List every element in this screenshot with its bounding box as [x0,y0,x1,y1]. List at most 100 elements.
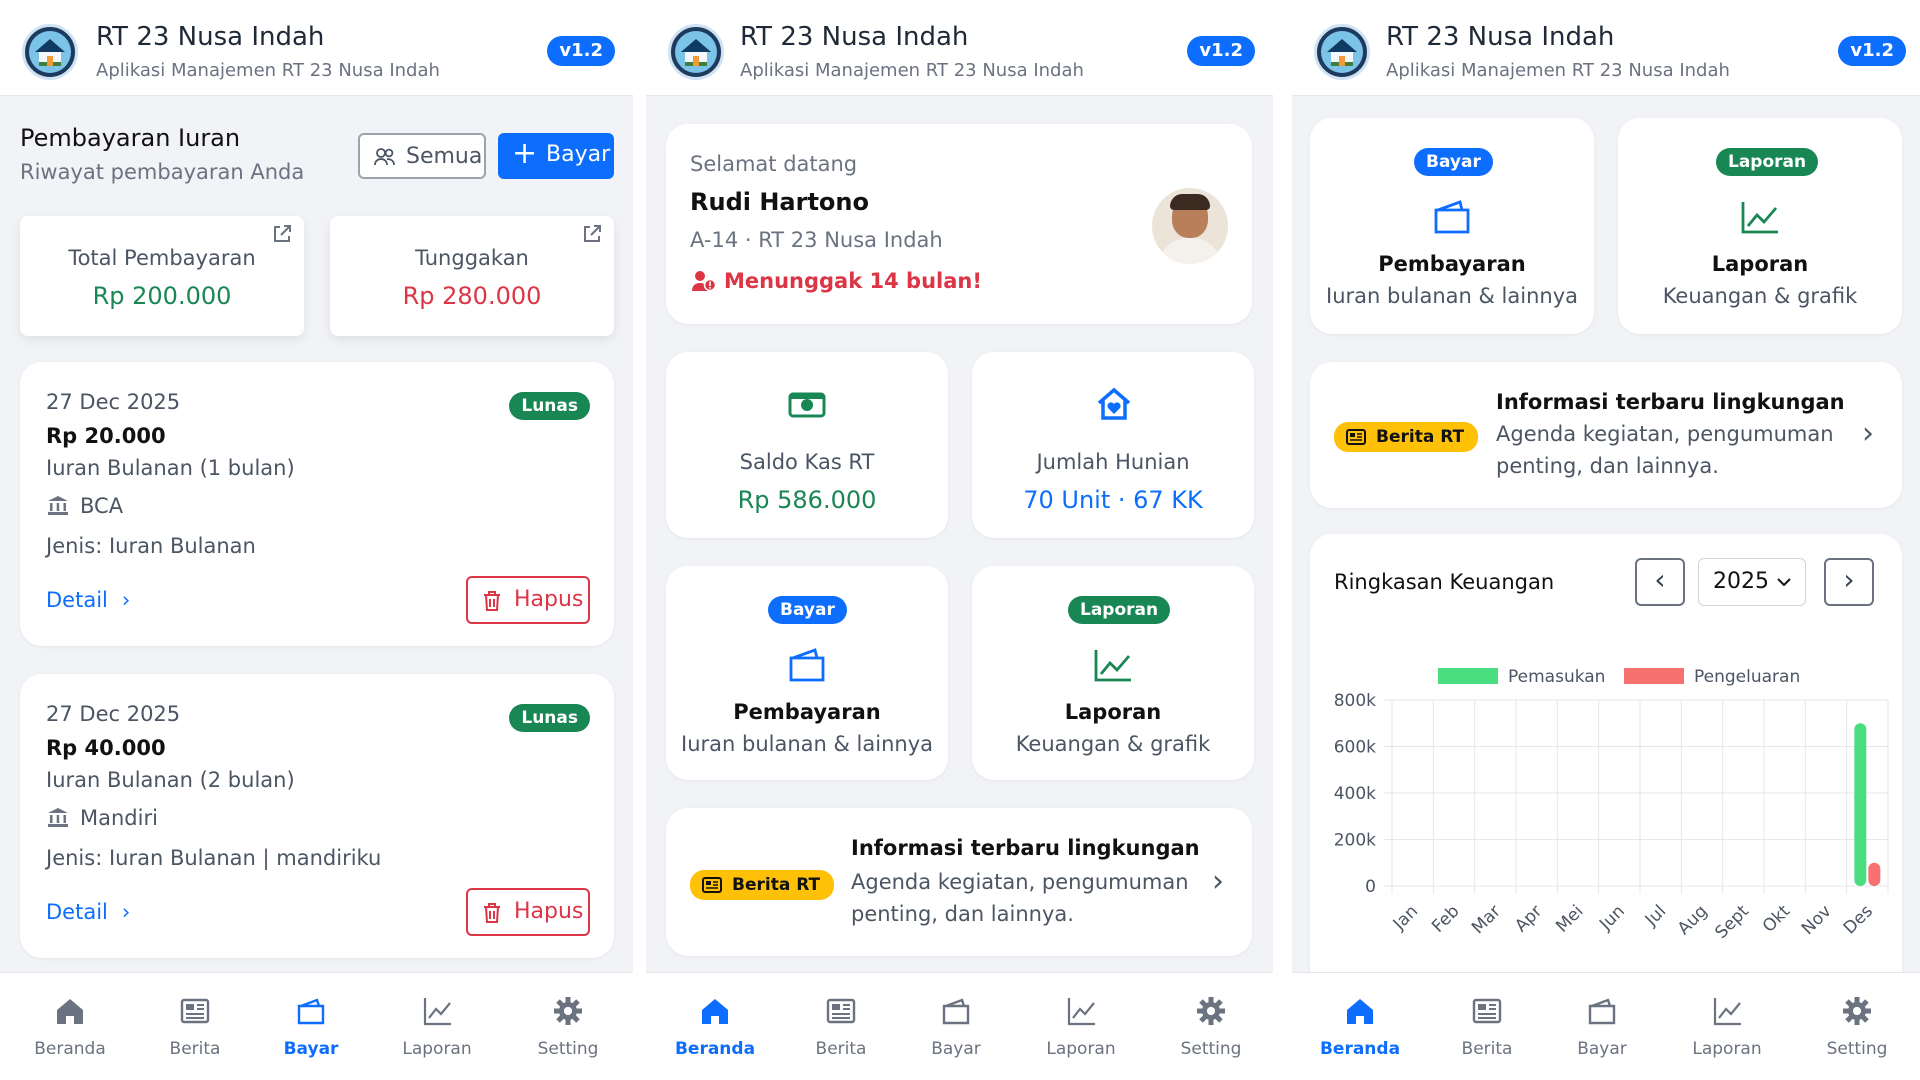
stat-card: Jumlah Hunian 70 Unit · 67 KK [972,352,1254,538]
filter-all-button[interactable]: Semua [358,133,486,179]
user-address: A-14 · RT 23 Nusa Indah [690,228,943,252]
nav-berita[interactable]: Berita [1427,973,1547,1080]
gear-icon [1197,997,1225,1025]
nav-label: Bayar [283,1039,339,1059]
x-tick-label: Jun [1595,901,1629,935]
tile-badge: Laporan [1068,596,1171,624]
nav-beranda[interactable]: Beranda [10,973,130,1080]
tile-desc: Keuangan & grafik [1662,284,1858,308]
chevron-right-icon: › [121,588,131,612]
nav-bayar[interactable]: Bayar [251,973,371,1080]
nav-bayar[interactable]: Bayar [1542,973,1662,1080]
trash-icon [484,591,500,611]
tile-report[interactable]: Laporan Laporan Keuangan & grafik [1618,118,1902,334]
year-select[interactable]: 2025 [1698,558,1806,606]
legend-swatch [1624,668,1684,684]
nav-label: Berita [1461,1039,1513,1059]
bar-pemasukan [1854,723,1867,886]
trash-icon [484,903,500,923]
nav-laporan[interactable]: Laporan [1021,973,1141,1080]
tile-desc: Iuran bulanan & lainnya [1326,284,1578,308]
payment-amount: Rp 20.000 [46,424,166,448]
nav-setting[interactable]: Setting [1151,973,1271,1080]
delete-button[interactable]: Hapus [466,576,590,624]
x-tick-label: Apr [1511,901,1546,936]
payment-type: Jenis: Iuran Bulanan [46,534,256,558]
app-logo [668,24,724,80]
wallet-icon [1434,200,1470,234]
legend-swatch [1438,668,1498,684]
pay-button-label: Bayar [546,142,611,167]
tile-report[interactable]: Laporan Laporan Keuangan & grafik [972,566,1254,780]
nav-bayar[interactable]: Bayar [896,973,1016,1080]
year-select-value: 2025 [1713,569,1769,594]
detail-link[interactable]: Detail › [46,588,130,612]
legend-label: Pengeluaran [1694,667,1800,687]
bar-pengeluaran [1868,862,1881,886]
home-icon [1347,999,1373,1024]
payment-desc: Iuran Bulanan (2 bulan) [46,768,295,792]
prev-year-button[interactable]: ‹ [1635,558,1685,606]
user-alert-icon [692,271,716,292]
tile-badge: Laporan [1716,148,1819,176]
stat-label: Saldo Kas RT [739,450,875,474]
payment-bank: Mandiri [80,806,158,830]
news-badge-label: Berita RT [732,875,821,895]
x-tick-label: Nov [1798,901,1836,939]
tile-title: Laporan [1064,700,1162,724]
news-desc-line2: penting, dan lainnya. [851,902,1074,926]
detail-label: Detail [46,588,108,612]
tile-payment[interactable]: Bayar Pembayaran Iuran bulanan & lainnya [1310,118,1594,334]
bottom-nav: Beranda Berita Bayar Laporan Setting [1292,972,1920,1080]
delete-button[interactable]: Hapus [466,888,590,936]
tile-title: Pembayaran [733,700,881,724]
app-subtitle: Aplikasi Manajemen RT 23 Nusa Indah [740,60,1084,81]
nav-label: Berita [169,1039,221,1059]
payment-amount: Rp 40.000 [46,736,166,760]
nav-laporan[interactable]: Laporan [377,973,497,1080]
news-badge: Berita RT [690,870,835,900]
legend-label: Pemasukan [1508,667,1605,687]
nav-berita[interactable]: Berita [781,973,901,1080]
chart-line-icon [1067,998,1095,1026]
detail-link[interactable]: Detail › [46,900,130,924]
plus-icon: + [512,136,538,171]
news-badge: Berita RT [1334,422,1479,452]
x-tick-label: Des [1840,901,1877,938]
chevron-right-icon: › [1862,416,1874,451]
nav-label: Laporan [402,1039,472,1059]
nav-berita[interactable]: Berita [135,973,255,1080]
nav-beranda[interactable]: Beranda [1300,973,1420,1080]
x-tick-label: Okt [1759,901,1795,937]
delete-label: Hapus [514,899,584,924]
x-tick-label: Feb [1428,901,1463,936]
pay-button[interactable]: + Bayar [498,133,614,179]
news-card[interactable]: Berita RT Informasi terbaru lingkungan A… [666,808,1252,956]
next-year-button[interactable]: › [1824,558,1874,606]
x-tick-label: Mar [1468,901,1505,938]
screen-home-finance: RT 23 Nusa Indah Aplikasi Manajemen RT 2… [1292,0,1920,1080]
gear-icon [554,997,582,1025]
tile-payment[interactable]: Bayar Pembayaran Iuran bulanan & lainnya [666,566,948,780]
news-desc-line1: Agenda kegiatan, pengumuman [851,870,1189,894]
avatar[interactable] [1152,188,1228,264]
screen-home: RT 23 Nusa Indah Aplikasi Manajemen RT 2… [646,0,1273,1080]
arrears-value: Rp 280.000 [402,282,542,310]
nav-laporan[interactable]: Laporan [1667,973,1787,1080]
news-card[interactable]: Berita RT Informasi terbaru lingkungan A… [1310,362,1902,508]
total-payment-card[interactable]: Total Pembayaran Rp 200.000 [20,216,304,336]
chevron-right-icon: › [1212,864,1224,899]
nav-beranda[interactable]: Beranda [655,973,775,1080]
nav-setting[interactable]: Setting [508,973,628,1080]
arrears-card[interactable]: Tunggakan Rp 280.000 [330,216,614,336]
y-tick-label: 0 [1365,877,1376,897]
nav-label: Beranda [674,1039,756,1059]
screen-payments: RT 23 Nusa Indah Aplikasi Manajemen RT 2… [0,0,633,1080]
news-badge-label: Berita RT [1376,427,1465,447]
external-link-icon [584,225,601,242]
payment-desc: Iuran Bulanan (1 bulan) [46,456,295,480]
nav-setting[interactable]: Setting [1797,973,1917,1080]
stat-label: Jumlah Hunian [1036,450,1190,474]
tile-desc: Iuran bulanan & lainnya [681,732,933,756]
chart-line-icon [423,998,451,1026]
